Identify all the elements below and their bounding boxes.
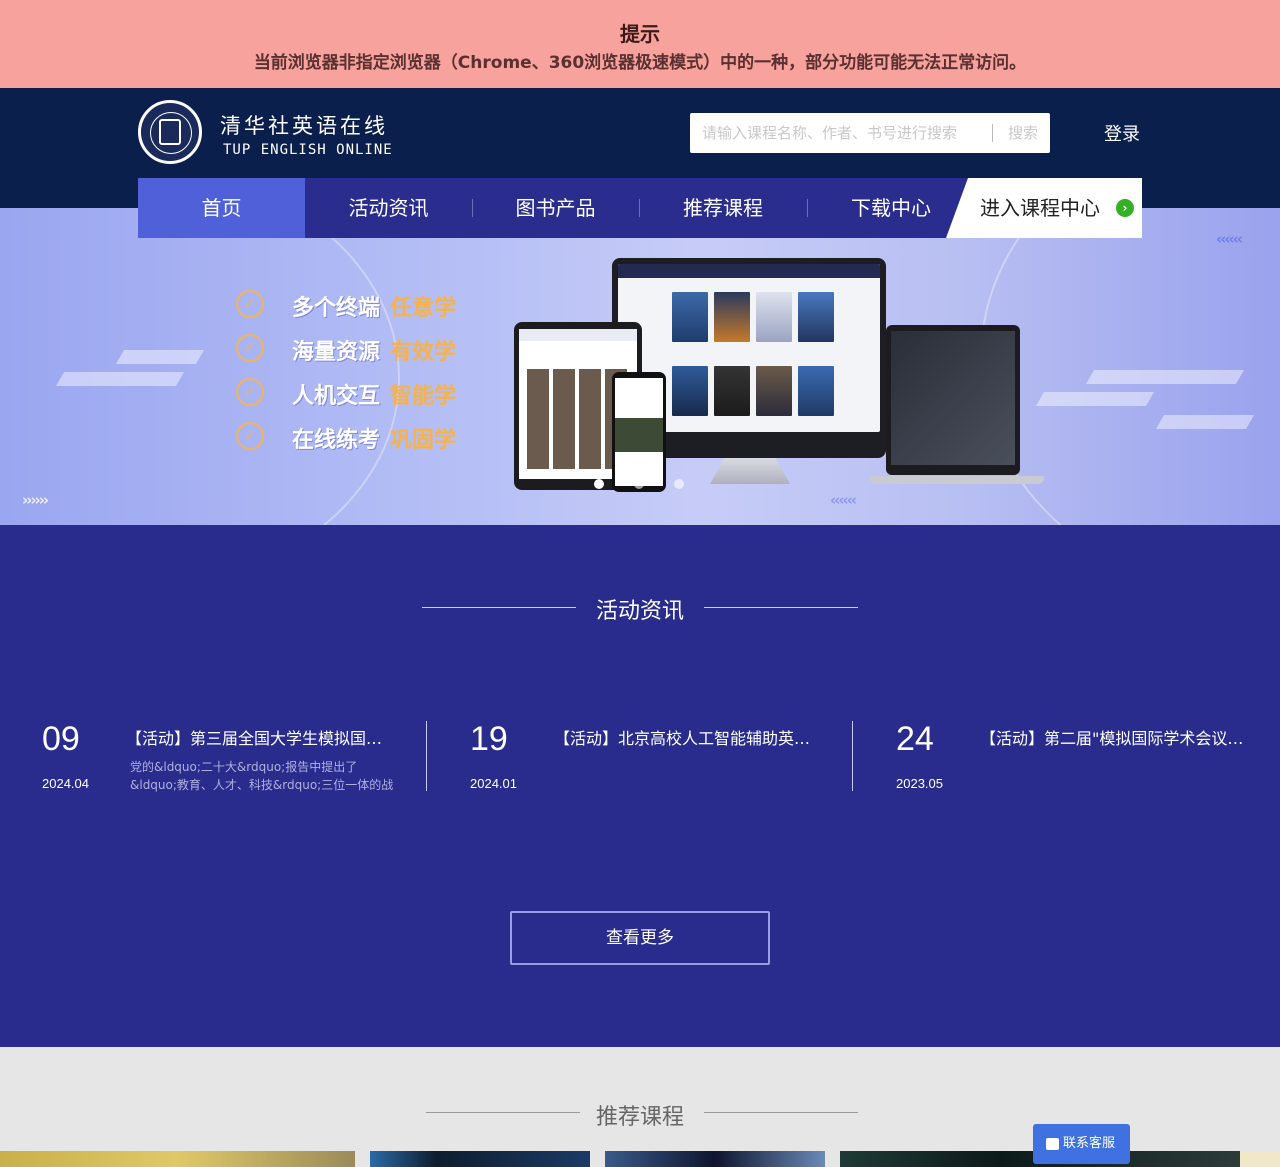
search-divider [992,124,993,142]
carousel-dot[interactable] [594,479,604,489]
feature-text: 在线练考 [292,428,381,453]
course-card[interactable] [0,1151,355,1167]
title-decor-line [704,607,858,608]
nav-item-books[interactable]: 图书产品 [472,178,639,238]
course-center-button[interactable]: 进入课程中心 › [946,178,1142,238]
phone-device-image [612,372,666,492]
search-button[interactable]: 搜索 [996,113,1050,153]
title-decor-line [704,1112,858,1113]
carousel-dot[interactable] [634,479,644,489]
news-title[interactable]: 【活动】第二届"模拟国际学术会议大赛" [980,725,1248,749]
check-circle-icon: ✓ [236,290,264,318]
chevron-decor-icon: ›››››› [22,491,49,509]
feature-text: 多个终端 [292,296,381,321]
news-day: 24 [896,720,934,758]
view-more-button[interactable]: 查看更多 [510,911,770,965]
feature-highlight: 任意学 [390,296,457,321]
university-seal-logo[interactable] [138,100,202,164]
customer-service-label: 联系客服 [1063,1136,1116,1151]
warning-title: 提示 [620,22,660,46]
news-title[interactable]: 【活动】北京高校人工智能辅助英语教学研讨会 [554,725,822,749]
laptop-device-image [886,325,1020,475]
news-month: 2024.01 [470,776,517,791]
news-divider [852,721,853,791]
course-card[interactable] [370,1151,590,1167]
chevron-decor-icon: ‹‹‹‹‹‹ [1216,230,1243,248]
banner-decor-stripe [115,350,205,364]
course-card[interactable] [605,1151,825,1167]
nav-item-courses[interactable]: 推荐课程 [639,178,807,238]
feature-text: 海量资源 [292,340,381,365]
news-item[interactable]: 09 2024.04 【活动】第三届全国大学生模拟国际学术会议大赛 党的&ldq… [42,720,462,792]
news-desc: 党的&ldquo;二十大&rdquo;报告中提出了&ldquo;教育、人才、科技… [130,760,394,792]
main-nav: 首页 活动资讯 图书产品 推荐课程 下载中心 进入课程中心 › [138,178,1142,238]
news-section-title: 活动资讯 [595,599,684,624]
seal-emblem-icon [159,119,181,145]
check-circle-icon: ✓ [236,378,264,406]
brand-name-cn: 清华社英语在线 [220,114,388,138]
course-center-label: 进入课程中心 [980,196,1100,220]
banner-decor-stripe [1035,392,1155,406]
check-circle-icon: ✓ [236,422,264,450]
news-month: 2023.05 [896,776,943,791]
course-card[interactable] [1240,1151,1280,1167]
monitor-stand-image [710,458,790,484]
carousel-dot[interactable] [674,479,684,489]
banner-decor-stripe [1085,370,1245,384]
arrow-right-icon: › [1116,199,1134,217]
browser-warning-bar: 提示 当前浏览器非指定浏览器（Chrome、360浏览器极速模式）中的一种，部分… [0,0,1280,88]
news-divider [426,721,427,791]
news-item[interactable]: 19 2024.01 【活动】北京高校人工智能辅助英语教学研讨会 [470,720,890,792]
news-title[interactable]: 【活动】第三届全国大学生模拟国际学术会议大赛 [126,725,394,749]
search-box: 搜索 [690,113,1050,153]
check-circle-icon: ✓ [236,334,264,362]
customer-service-button[interactable]: 联系客服 [1033,1124,1130,1164]
hero-banner: ‹‹‹‹‹‹ ›››››› ‹‹‹‹‹‹ ✓ 多个终端 任意学 ✓ 海量资源 有… [0,208,1280,525]
chat-icon [1046,1138,1059,1150]
banner-decor-stripe [1155,415,1255,429]
feature-highlight: 智能学 [390,384,457,409]
feature-highlight: 有效学 [390,340,457,365]
nav-item-news[interactable]: 活动资讯 [305,178,472,238]
banner-decor-arc [0,208,400,525]
brand-name-en: TUP ENGLISH ONLINE [223,142,393,158]
feature-highlight: 巩固学 [390,428,457,453]
news-day: 09 [42,720,80,758]
chevron-decor-icon: ‹‹‹‹‹‹ [830,491,857,509]
news-month: 2024.04 [42,776,89,791]
news-item[interactable]: 24 2023.05 【活动】第二届"模拟国际学术会议大赛" [896,720,1280,792]
nav-item-home[interactable]: 首页 [138,178,305,238]
warning-message: 当前浏览器非指定浏览器（Chrome、360浏览器极速模式）中的一种，部分功能可… [253,53,1027,73]
laptop-base-image [870,476,1044,484]
news-day: 19 [470,720,508,758]
search-input[interactable] [690,113,988,153]
banner-decor-stripe [55,372,185,386]
login-link[interactable]: 登录 [1104,120,1140,146]
feature-text: 人机交互 [292,384,381,409]
news-section: 活动资讯 09 2024.04 【活动】第三届全国大学生模拟国际学术会议大赛 党… [0,525,1280,1047]
